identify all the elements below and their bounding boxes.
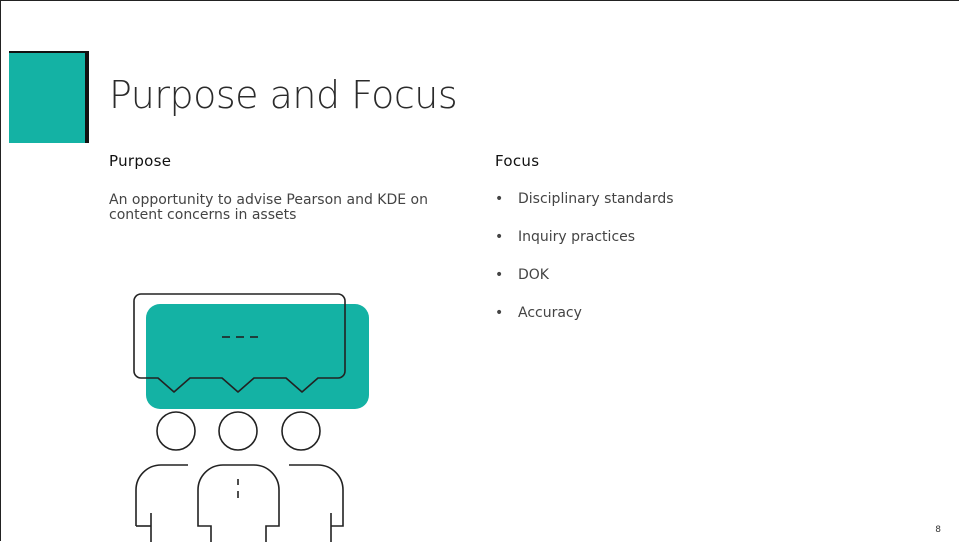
focus-heading: Focus: [495, 152, 540, 170]
purpose-heading: Purpose: [109, 152, 172, 170]
focus-item-label: DOK: [518, 267, 549, 283]
focus-list: • Disciplinary standards • Inquiry practic…: [495, 191, 674, 343]
page-number: 8: [935, 525, 941, 535]
teal-speech-bubble: [146, 304, 369, 409]
focus-item: • Accuracy: [495, 305, 674, 343]
person-body-icon: [289, 464, 344, 542]
purpose-text: An opportunity to advise Pearson and KDE…: [109, 192, 428, 223]
focus-item: • Inquiry practices: [495, 229, 674, 267]
person-head-icon: [281, 411, 321, 451]
bullet-icon: •: [495, 305, 504, 321]
focus-item: • Disciplinary standards: [495, 191, 674, 229]
person-head-icon: [156, 411, 196, 451]
person-body-icon: [197, 464, 280, 542]
slide-title: Purpose and Focus: [109, 73, 458, 117]
bullet-icon: •: [495, 191, 504, 207]
person-body-icon: [135, 464, 188, 542]
slide: Purpose and Focus Purpose An opportunity…: [0, 0, 959, 542]
group-discussion-icon: [133, 293, 369, 542]
bullet-icon: •: [495, 267, 504, 283]
bullet-icon: •: [495, 229, 504, 245]
focus-item: • DOK: [495, 267, 674, 305]
focus-item-label: Accuracy: [518, 305, 582, 321]
accent-block: [9, 51, 89, 143]
person-head-icon: [218, 411, 258, 451]
focus-item-label: Inquiry practices: [518, 229, 636, 245]
focus-item-label: Disciplinary standards: [518, 191, 674, 207]
